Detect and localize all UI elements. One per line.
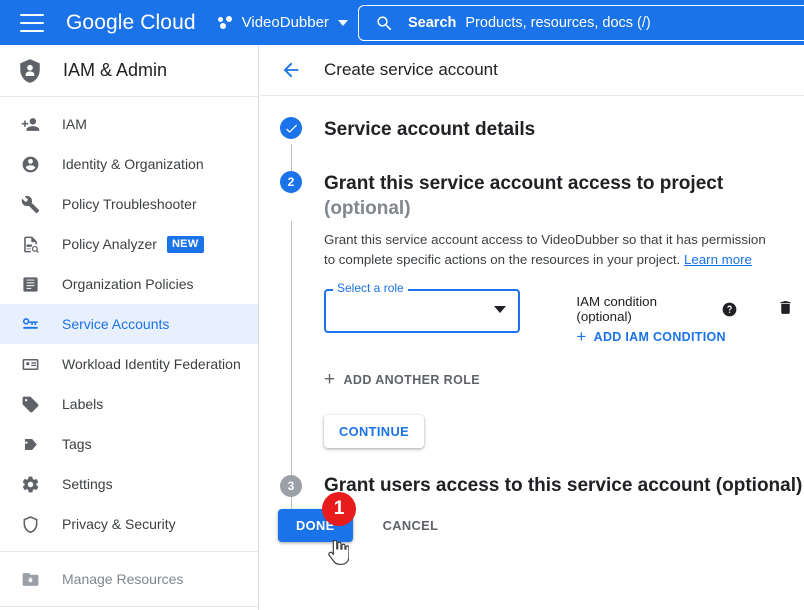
add-another-role-button[interactable]: + ADD ANOTHER ROLE — [324, 369, 794, 390]
sidebar-item-settings[interactable]: Settings — [0, 464, 258, 504]
step-title-text: Grant this service account access to pro… — [324, 173, 724, 194]
step-description: Grant this service account access to Vid… — [324, 230, 779, 270]
add-iam-condition-button[interactable]: + ADD IAM CONDITION — [576, 327, 737, 346]
sidebar-item-workload-identity-federation[interactable]: Workload Identity Federation — [0, 344, 258, 384]
continue-button[interactable]: CONTINUE — [324, 415, 425, 448]
sidebar-item-manage-resources[interactable]: Manage Resources — [0, 559, 258, 599]
plus-icon: + — [576, 327, 587, 346]
plus-icon: + — [324, 369, 336, 390]
add-iam-condition-label: ADD IAM CONDITION — [593, 330, 726, 344]
sidebar-item-label: Labels — [62, 396, 104, 412]
sidebar-item-label: IAM — [62, 116, 87, 132]
id-card-icon — [18, 355, 42, 374]
folder-gear-icon — [18, 570, 42, 589]
iam-condition-label: IAM condition (optional) — [576, 294, 657, 324]
sidebar-divider-bottom — [0, 606, 258, 607]
dropdown-arrow-icon[interactable] — [494, 306, 507, 313]
help-circle-icon[interactable] — [722, 302, 737, 317]
account-circle-icon — [18, 155, 42, 174]
list-document-icon — [18, 275, 42, 294]
shield-person-icon — [17, 58, 43, 84]
select-a-role-dropdown[interactable]: Select a role — [324, 281, 521, 333]
role-assignment-row: Select a role IAM condition (optional) +… — [324, 281, 794, 346]
sidebar-item-label: Service Accounts — [62, 316, 170, 332]
chevron-down-icon — [337, 19, 348, 26]
step-badge-2: 2 — [280, 171, 302, 193]
main-content: Create service account Service account d… — [260, 45, 804, 610]
sidebar-item-organization-policies[interactable]: Organization Policies — [0, 264, 258, 304]
sidebar-item-identity-organization[interactable]: Identity & Organization — [0, 144, 258, 184]
label-tag-icon — [18, 395, 42, 414]
search-placeholder: Products, resources, docs (/) — [465, 15, 651, 31]
project-dots-icon — [217, 15, 234, 30]
sidebar-item-label: Policy Analyzer — [62, 236, 157, 252]
iam-condition-title-row: IAM condition (optional) — [576, 294, 737, 324]
sidebar-item-label: Policy Troubleshooter — [62, 196, 197, 212]
select-a-role-label: Select a role — [333, 281, 408, 295]
sidebar-item-label: Organization Policies — [62, 276, 194, 292]
step-grant-project-access: 2 Grant this service account access to p… — [260, 171, 804, 221]
project-name-label: VideoDubber — [241, 14, 329, 31]
step-title: Grant users access to this service accou… — [324, 475, 802, 497]
annotation-marker-1: 1 — [322, 492, 356, 526]
page-header: Create service account — [260, 45, 804, 96]
sidebar-divider — [0, 551, 258, 552]
search-icon — [375, 14, 394, 33]
sidebar-item-label: Workload Identity Federation — [62, 356, 241, 372]
status-badge-new: NEW — [166, 235, 204, 253]
sidebar-item-label: Tags — [62, 436, 92, 452]
learn-more-link[interactable]: Learn more — [684, 252, 752, 267]
sidebar-item-label: Privacy & Security — [62, 516, 176, 532]
select-field-box[interactable] — [324, 289, 521, 333]
trash-icon[interactable] — [777, 289, 794, 316]
tag-arrow-icon — [18, 435, 42, 454]
google-cloud-logo[interactable]: Google Cloud — [66, 11, 196, 35]
form-actions: DONE CANCEL 1 — [278, 492, 804, 565]
sidebar-item-policy-analyzer[interactable]: Policy Analyzer NEW — [0, 224, 258, 264]
step-service-account-details[interactable]: Service account details — [260, 117, 804, 142]
wrench-icon — [18, 195, 42, 214]
sidebar-item-service-accounts[interactable]: Service Accounts — [0, 304, 258, 344]
iam-condition-column: IAM condition (optional) + ADD IAM CONDI… — [576, 289, 737, 346]
hamburger-menu-icon[interactable] — [20, 13, 44, 32]
step-2-body: Grant this service account access to Vid… — [324, 230, 794, 448]
sidebar-item-privacy-security[interactable]: Privacy & Security — [0, 504, 258, 544]
step-title: Grant this service account access to pro… — [324, 171, 723, 221]
sidebar-item-label: Settings — [62, 476, 113, 492]
sidebar-header: IAM & Admin — [0, 45, 258, 97]
project-selector[interactable]: VideoDubber — [217, 14, 348, 31]
sidebar-nav: IAM Identity & Organization Policy Troub… — [0, 97, 258, 607]
top-app-bar: Google Cloud VideoDubber Search Products… — [0, 0, 804, 45]
add-another-role-label: ADD ANOTHER ROLE — [343, 373, 480, 387]
cancel-button[interactable]: CANCEL — [373, 509, 449, 542]
step-optional-label: (optional) — [324, 198, 411, 219]
sidebar-item-labels[interactable]: Labels — [0, 384, 258, 424]
gear-icon — [18, 475, 42, 494]
sidebar-item-label: Identity & Organization — [62, 156, 204, 172]
key-card-icon — [18, 315, 42, 334]
step-title: Service account details — [324, 119, 536, 140]
sidebar-title: IAM & Admin — [63, 60, 168, 80]
search-label: Search — [408, 15, 457, 31]
step-badge-3: 3 — [280, 475, 302, 497]
search-input[interactable]: Search Products, resources, docs (/) — [358, 5, 804, 41]
sidebar: IAM & Admin IAM Identity & Organization — [0, 45, 259, 610]
document-search-icon — [18, 235, 42, 254]
page-title: Create service account — [324, 60, 498, 79]
person-add-icon — [18, 115, 42, 134]
back-arrow-icon[interactable] — [280, 59, 302, 81]
logo-text-google: Google — [66, 10, 135, 34]
step-title-text: Grant users access to this service accou… — [324, 475, 711, 496]
sidebar-item-label: Manage Resources — [62, 571, 184, 587]
shield-icon — [18, 515, 42, 534]
stepper: Service account details 2 Grant this ser… — [260, 96, 804, 565]
hand-pointer-cursor — [323, 537, 350, 572]
logo-text-cloud: Cloud — [140, 10, 196, 34]
sidebar-item-iam[interactable]: IAM — [0, 104, 258, 144]
sidebar-item-tags[interactable]: Tags — [0, 424, 258, 464]
step-badge-complete-icon — [280, 117, 302, 139]
step-optional-label: (optional) — [715, 475, 803, 496]
sidebar-item-policy-troubleshooter[interactable]: Policy Troubleshooter — [0, 184, 258, 224]
